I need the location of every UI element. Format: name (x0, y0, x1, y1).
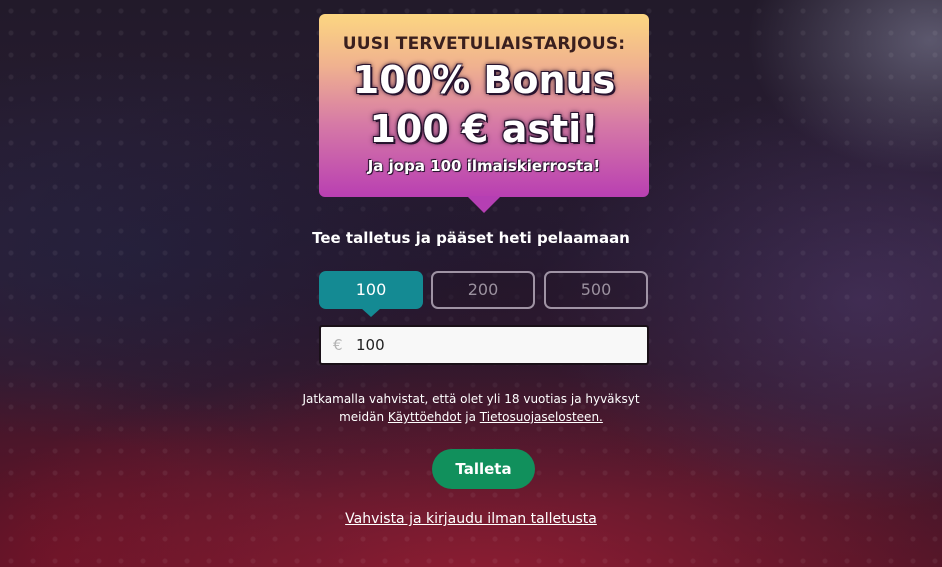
banner-pointer (467, 196, 501, 213)
offer-subline: Ja jopa 100 ilmaiskierrosta! (367, 157, 601, 175)
terms-of-use-link[interactable]: Käyttöehdot (388, 410, 462, 424)
offer-kicker: UUSI TERVETULIAISTARJOUS: (342, 34, 626, 54)
selected-amount-pointer (361, 308, 381, 317)
privacy-policy-link[interactable]: Tietosuojaselosteen. (480, 410, 603, 424)
offer-headline-bonus: 100% Bonus (352, 58, 616, 102)
offer-headline-amount: 100 € asti! (369, 107, 599, 151)
amount-option-100[interactable]: 100 (319, 271, 423, 309)
terms-conjunction: ja (465, 410, 476, 424)
terms-notice: Jatkamalla vahvistat, että olet yli 18 v… (0, 390, 942, 426)
login-without-deposit-link[interactable]: Vahvista ja kirjaudu ilman talletusta (0, 511, 942, 527)
terms-text-meidan: meidän (339, 410, 385, 424)
deposit-tagline: Tee talletus ja pääset heti pelaamaan (312, 229, 630, 247)
euro-icon: € (333, 336, 343, 354)
deposit-amount-input[interactable]: € 100 (319, 325, 649, 365)
terms-text: Jatkamalla vahvistat, että olet yli 18 v… (302, 392, 640, 406)
terms-line-1: Jatkamalla vahvistat, että olet yli 18 v… (0, 390, 942, 408)
welcome-offer-banner: UUSI TERVETULIAISTARJOUS: 100% Bonus 100… (319, 14, 649, 197)
terms-line-2: meidän Käyttöehdot ja Tietosuojaselostee… (0, 408, 942, 426)
deposit-amount-value[interactable]: 100 (356, 327, 385, 363)
amount-option-500[interactable]: 500 (544, 271, 648, 309)
deposit-button[interactable]: Talleta (432, 449, 535, 489)
amount-option-200[interactable]: 200 (431, 271, 535, 309)
